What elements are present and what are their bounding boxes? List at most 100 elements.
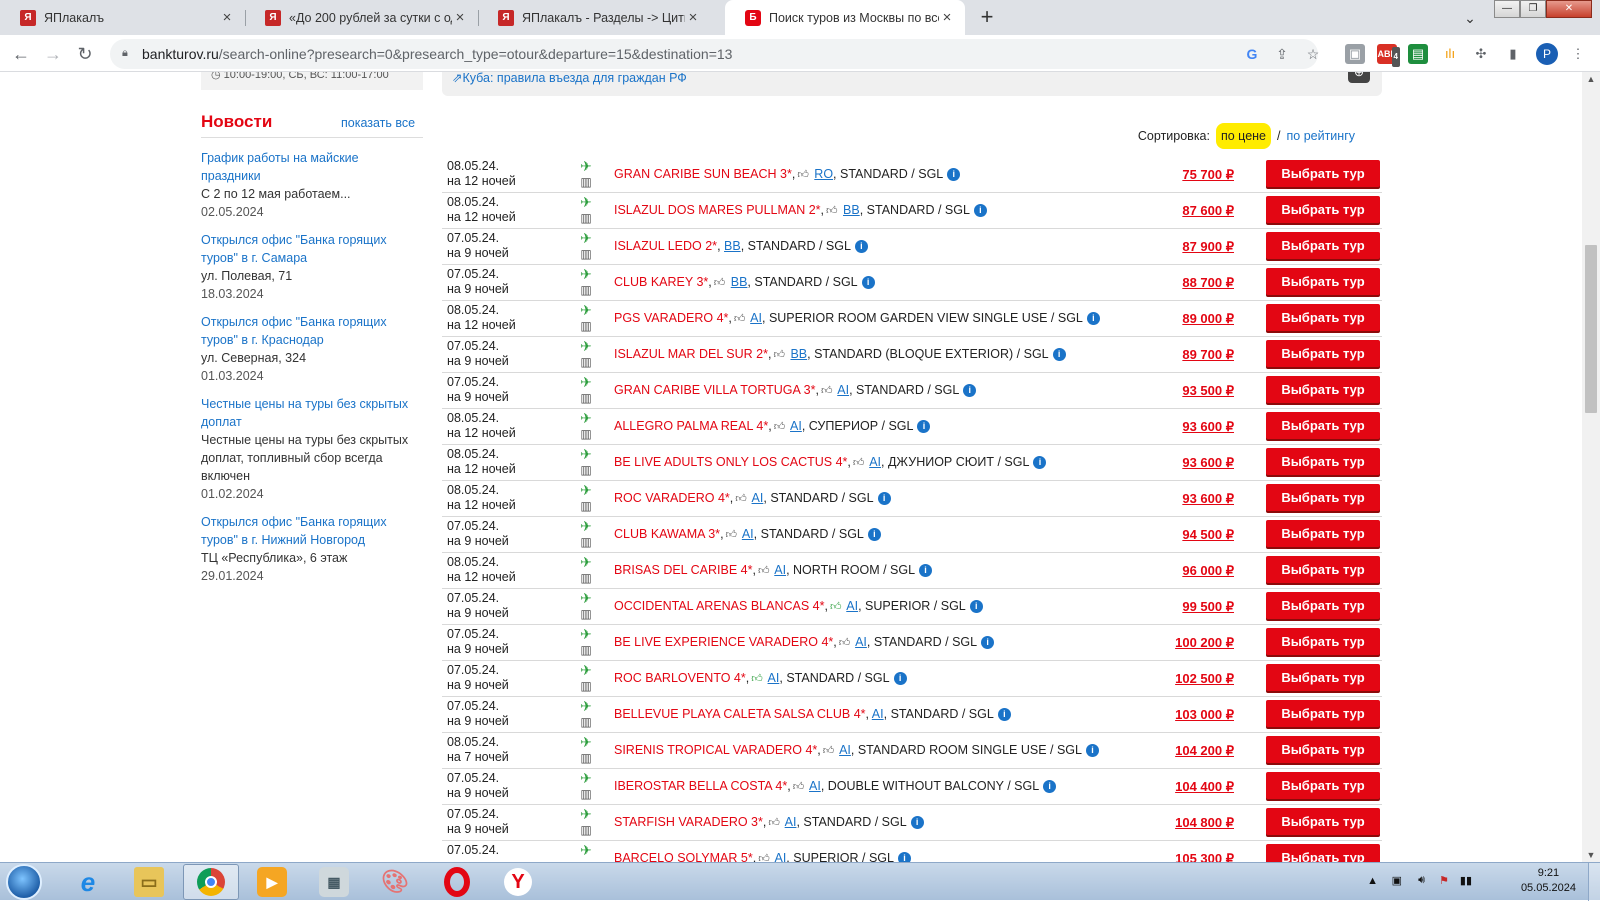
device-icon[interactable]: ▣ xyxy=(1392,874,1402,887)
meal-plan[interactable]: BB xyxy=(731,275,748,289)
scrollbar-thumb[interactable] xyxy=(1585,245,1597,413)
hotel-name[interactable]: ALLEGRO PALMA REAL 4* xyxy=(614,419,768,433)
reload-icon[interactable]: ↻ xyxy=(72,41,98,67)
hotel-name[interactable]: ROC BARLOVENTO 4* xyxy=(614,671,746,685)
meal-plan[interactable]: AI xyxy=(837,383,849,397)
hotel-name[interactable]: ROC VARADERO 4* xyxy=(614,491,730,505)
new-tab-button[interactable]: + xyxy=(974,5,1000,31)
hotel-name[interactable]: PGS VARADERO 4* xyxy=(614,311,728,325)
choose-tour-button[interactable]: Выбрать тур xyxy=(1266,664,1380,691)
meal-plan[interactable]: AI xyxy=(742,527,754,541)
info-icon[interactable]: i xyxy=(963,384,977,398)
meal-plan[interactable]: AI xyxy=(872,707,884,721)
tour-price[interactable]: 104 800 ₽ xyxy=(1175,815,1234,831)
tour-price[interactable]: 89 700 ₽ xyxy=(1182,347,1234,363)
tab-search-chevron-icon[interactable]: ⌄ xyxy=(1458,6,1482,30)
tour-price[interactable]: 100 200 ₽ xyxy=(1175,635,1234,651)
info-icon[interactable]: i xyxy=(947,168,961,182)
info-icon[interactable]: i xyxy=(1033,456,1047,470)
info-icon[interactable]: i xyxy=(1052,348,1066,362)
news-item-title[interactable]: Открылся офис "Банка горящих туров" в г.… xyxy=(201,513,416,549)
bookmark-star-icon[interactable]: ☆ xyxy=(1303,44,1323,64)
tour-price[interactable]: 87 600 ₽ xyxy=(1182,203,1234,219)
maximize-button[interactable]: ❐ xyxy=(1520,0,1546,18)
info-icon[interactable]: i xyxy=(1043,780,1057,794)
info-icon[interactable]: i xyxy=(973,204,987,218)
info-icon[interactable]: i xyxy=(877,492,891,506)
page-scrollbar[interactable]: ▲ ▼ xyxy=(1582,72,1600,862)
tour-price[interactable]: 102 500 ₽ xyxy=(1175,671,1234,687)
adblock-icon[interactable]: ABP 4 xyxy=(1377,44,1400,67)
action-center-flag-icon[interactable]: ⚑ xyxy=(1439,874,1449,887)
audio-extension-icon[interactable]: ılı xyxy=(1440,44,1460,64)
meal-plan[interactable]: AI xyxy=(809,779,821,793)
hotel-name[interactable]: GRAN CARIBE SUN BEACH 3* xyxy=(614,167,792,181)
close-icon[interactable]: × xyxy=(939,9,955,26)
tour-price[interactable]: 104 400 ₽ xyxy=(1175,779,1234,795)
tab-1[interactable]: Я «До 200 рублей за сутки с одно × xyxy=(245,0,478,35)
choose-tour-button[interactable]: Выбрать тур xyxy=(1266,376,1380,403)
meal-plan[interactable]: RO xyxy=(814,167,833,181)
address-bar[interactable]: 🔒︎ bankturov.ru/search-online?presearch=… xyxy=(110,39,1319,69)
extensions-puzzle-icon[interactable]: ✣ xyxy=(1471,44,1491,64)
side-panel-icon[interactable]: ▮ xyxy=(1503,44,1523,64)
tour-price[interactable]: 104 200 ₽ xyxy=(1175,743,1234,759)
info-icon[interactable]: i xyxy=(997,708,1011,722)
tour-price[interactable]: 93 600 ₽ xyxy=(1182,419,1234,435)
choose-tour-button[interactable]: Выбрать тур xyxy=(1266,700,1380,727)
globe-icon[interactable]: ⊕ xyxy=(1348,72,1370,83)
tab-0[interactable]: Я ЯПлакалъ × xyxy=(0,0,245,35)
hotel-name[interactable]: BE LIVE ADULTS ONLY LOS CACTUS 4* xyxy=(614,455,847,469)
choose-tour-button[interactable]: Выбрать тур xyxy=(1266,304,1380,331)
choose-tour-button[interactable]: Выбрать тур xyxy=(1266,808,1380,835)
info-icon[interactable]: i xyxy=(1086,312,1100,326)
sheets-extension-icon[interactable]: ▤ xyxy=(1408,44,1428,64)
choose-tour-button[interactable]: Выбрать тур xyxy=(1266,160,1380,187)
info-icon[interactable]: i xyxy=(981,636,995,650)
info-icon[interactable]: i xyxy=(910,816,924,830)
windows-start-icon[interactable] xyxy=(6,864,42,900)
url-text[interactable]: bankturov.ru/search-online?presearch=0&p… xyxy=(142,46,732,62)
hotel-name[interactable]: BE LIVE EXPERIENCE VARADERO 4* xyxy=(614,635,833,649)
tour-price[interactable]: 93 600 ₽ xyxy=(1182,491,1234,507)
info-icon[interactable]: i xyxy=(897,852,911,862)
news-item-title[interactable]: Открылся офис "Банка горящих туров" в г.… xyxy=(201,231,416,267)
meal-plan[interactable]: BB xyxy=(790,347,807,361)
choose-tour-button[interactable]: Выбрать тур xyxy=(1266,484,1380,511)
share-icon[interactable]: ⇪ xyxy=(1272,44,1292,64)
info-icon[interactable]: i xyxy=(1085,744,1099,758)
meal-plan[interactable]: AI xyxy=(752,491,764,505)
internet-explorer-icon[interactable]: e xyxy=(60,864,116,900)
tour-price[interactable]: 75 700 ₽ xyxy=(1182,167,1234,183)
hotel-name[interactable]: OCCIDENTAL ARENAS BLANCAS 4* xyxy=(614,599,824,613)
tab-2[interactable]: Я ЯПлакалъ - Разделы -> Цитиру × xyxy=(478,0,711,35)
hotel-name[interactable]: SIRENIS TROPICAL VARADERO 4* xyxy=(614,743,817,757)
media-player-icon[interactable]: ▶ xyxy=(244,864,300,900)
google-translate-icon[interactable]: G xyxy=(1242,44,1262,64)
scroll-down-icon[interactable]: ▼ xyxy=(1582,850,1600,860)
choose-tour-button[interactable]: Выбрать тур xyxy=(1266,340,1380,367)
cuba-rules-link[interactable]: Куба: правила въезда для граждан РФ xyxy=(462,72,686,85)
hotel-name[interactable]: BARCELO SOLYMAR 5* xyxy=(614,851,753,862)
menu-kebab-icon[interactable]: ⋮ xyxy=(1568,44,1588,64)
tour-price[interactable]: 93 500 ₽ xyxy=(1182,383,1234,399)
tour-price[interactable]: 103 000 ₽ xyxy=(1175,707,1234,723)
back-arrow-icon[interactable]: ← xyxy=(8,41,34,67)
tray-expand-icon[interactable]: ▲ xyxy=(1367,875,1378,887)
choose-tour-button[interactable]: Выбрать тур xyxy=(1266,448,1380,475)
meal-plan[interactable]: AI xyxy=(839,743,851,757)
hotel-name[interactable]: ISLAZUL DOS MARES PULLMAN 2* xyxy=(614,203,821,217)
news-item-title[interactable]: График работы на майские праздники xyxy=(201,149,416,185)
news-item-title[interactable]: Честные цены на туры без скрытых доплат xyxy=(201,395,416,431)
tour-price[interactable]: 99 500 ₽ xyxy=(1182,599,1234,615)
tab-3-active[interactable]: Б Поиск туров из Москвы по всем × xyxy=(725,0,965,35)
news-show-all-link[interactable]: показать все xyxy=(341,116,415,130)
tour-price[interactable]: 94 500 ₽ xyxy=(1182,527,1234,543)
meal-plan[interactable]: AI xyxy=(846,599,858,613)
meal-plan[interactable]: AI xyxy=(768,671,780,685)
info-icon[interactable]: i xyxy=(854,240,868,254)
calculator-icon[interactable]: ▦ xyxy=(306,864,362,900)
sort-by-rating[interactable]: по рейтингу xyxy=(1287,129,1356,143)
hotel-name[interactable]: BELLEVUE PLAYA CALETA SALSA CLUB 4* xyxy=(614,707,866,721)
hotel-name[interactable]: IBEROSTAR BELLA COSTA 4* xyxy=(614,779,787,793)
